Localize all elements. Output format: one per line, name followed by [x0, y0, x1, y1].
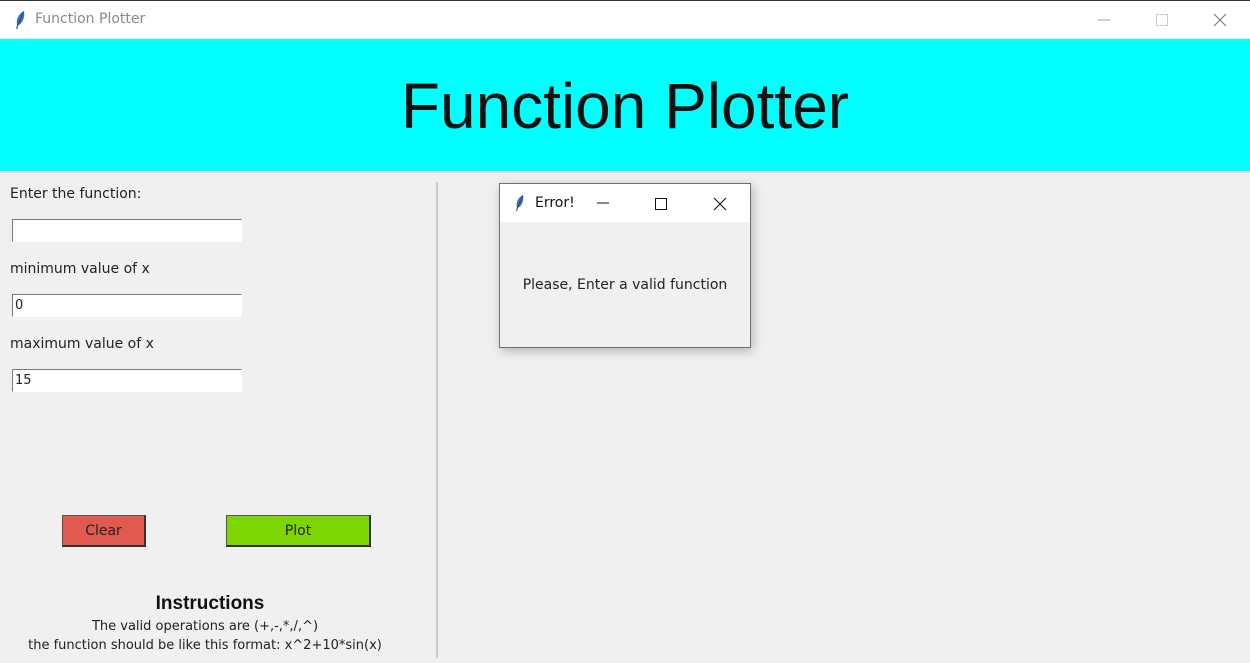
dialog-close-button[interactable] — [700, 184, 740, 222]
feather-icon — [515, 194, 524, 212]
instructions-format: the function should be like this format:… — [28, 638, 382, 653]
dialog-titlebar[interactable]: Error! — [500, 184, 750, 222]
max-x-label: maximum value of x — [10, 336, 154, 352]
close-icon — [713, 197, 727, 211]
dialog-title: Error! — [535, 195, 575, 211]
max-x-input[interactable]: 15 — [12, 369, 242, 392]
function-label: Enter the function: — [10, 186, 142, 202]
min-x-input[interactable]: 0 — [12, 294, 242, 317]
maximize-icon — [655, 198, 667, 210]
clear-button[interactable]: Clear — [62, 515, 146, 547]
maximize-icon — [1156, 14, 1168, 26]
banner-divider — [0, 171, 1250, 173]
panel-separator — [436, 182, 438, 658]
close-icon — [1213, 13, 1227, 27]
app-title: Function Plotter — [400, 70, 850, 142]
minimize-icon — [597, 202, 609, 204]
close-button[interactable] — [1191, 1, 1249, 39]
header-banner: Function Plotter — [0, 39, 1250, 171]
window-title: Function Plotter — [35, 11, 146, 27]
error-dialog: Error! Please, Enter a valid function — [499, 183, 751, 348]
instructions-operations: The valid operations are (+,-,*,/,^) — [91, 619, 319, 634]
dialog-minimize-button[interactable] — [583, 184, 623, 222]
plot-button[interactable]: Plot — [226, 515, 371, 547]
min-x-label: minimum value of x — [10, 261, 150, 277]
function-input[interactable] — [12, 219, 242, 242]
feather-icon — [16, 11, 25, 29]
minimize-icon — [1098, 19, 1110, 21]
maximize-button[interactable] — [1133, 1, 1191, 39]
dialog-maximize-button[interactable] — [641, 184, 681, 222]
dialog-message: Please, Enter a valid function — [522, 277, 728, 293]
minimize-button[interactable] — [1075, 1, 1133, 39]
window-titlebar[interactable]: Function Plotter — [0, 0, 1250, 39]
instructions-title: Instructions — [155, 593, 265, 614]
